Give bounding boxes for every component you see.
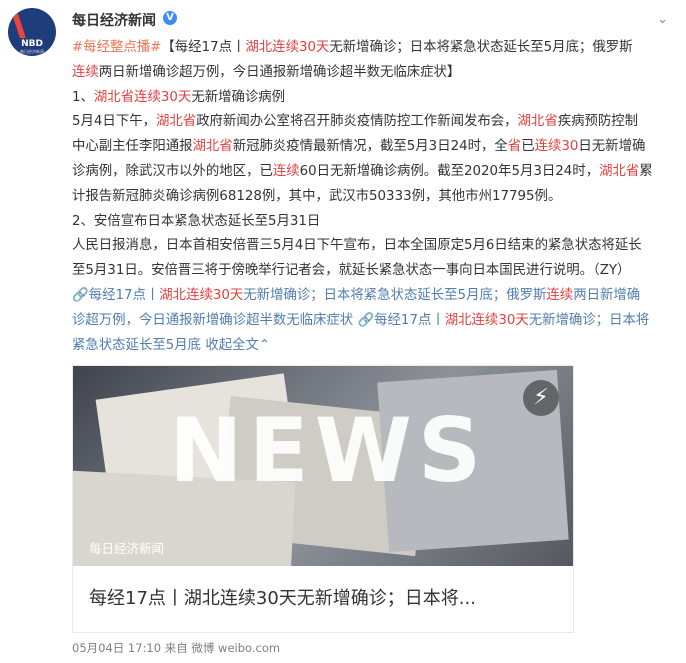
highlight-keyword[interactable]: 湖北连续30天	[445, 313, 529, 328]
highlight-keyword[interactable]: 连续	[546, 288, 573, 303]
highlight-keyword: 湖北省	[156, 114, 197, 130]
news-image-text: NEWS	[169, 399, 488, 502]
post-line: 5月4日下午，湖北省政府新闻办公室将召开肺炎疫情防控工作新闻发布会，湖北省疾病预…	[72, 114, 639, 130]
post-line: #每经整点播#【每经17点丨湖北连续30天无新增确诊；日本将紧急状态延长至5月底…	[72, 40, 633, 55]
post-line: 诊超万例，今日通报新增确诊超半数无临床症状 🔗每经17点丨湖北连续30天无新增确…	[72, 309, 672, 334]
topic-link[interactable]: 无新增确诊；日本将紧急状态延长至5月底；俄罗斯	[243, 288, 546, 303]
post-line: 诊病例，除武汉市以外的地区，已连续60日无新增确诊病例。截至2020年5月3日2…	[72, 163, 653, 179]
topic-link[interactable]: 每经17点丨	[89, 288, 160, 303]
highlight-keyword: 湖北省	[517, 114, 558, 130]
post-line: 紧急状态延长至5月底 收起全文⌃	[72, 334, 672, 359]
avatar-logo-subtext: 每日经济新闻	[20, 49, 44, 54]
chevron-down-icon[interactable]: ⌄	[657, 12, 668, 27]
source-link[interactable]: 微博 weibo.com	[191, 641, 280, 655]
post-line: 🔗每经17点丨湖北连续30天无新增确诊；日本将紧急状态延长至5月底；俄罗斯连续两…	[72, 284, 672, 309]
from-label: 来自	[164, 641, 188, 655]
image-caption: 每日经济新闻	[89, 541, 165, 556]
post-line: 中心副主任李阳通报湖北省新冠肺炎疫情最新情况，截至5月3日24时，全省已连续30…	[72, 139, 646, 155]
highlight-keyword: 省	[507, 139, 522, 155]
highlight-keyword: 连续	[272, 163, 300, 179]
highlight-keyword: 湖北省	[192, 139, 233, 155]
topic-link[interactable]: 无新增确诊；日本将	[529, 313, 650, 328]
topic-link[interactable]: 紧急状态延长至5月底	[72, 338, 201, 353]
username[interactable]: 每日经济新闻	[72, 10, 156, 30]
avatar-logo-stroke	[12, 14, 44, 38]
post-content: #每经整点播#【每经17点丨湖北连续30天无新增确诊；日本将紧急状态延长至5月底…	[72, 36, 672, 358]
post-date[interactable]: 05月04日 17:10	[72, 641, 161, 655]
highlight-keyword: 湖北省	[599, 163, 640, 179]
post-line: 至5月31日。安倍晋三将于傍晚举行记者会，就延长紧急状态一事向日本国民进行说明。…	[72, 263, 631, 279]
collapse-text-button[interactable]: 收起全文	[205, 338, 259, 353]
verified-badge-icon: V	[163, 11, 177, 25]
post-line: 计报告新冠肺炎确诊病例68128例，其中，武汉市50333例，其他市州17795…	[72, 188, 562, 204]
link-icon: 🔗	[72, 287, 89, 303]
post-meta: 05月04日 17:10 来自 微博 weibo.com	[72, 640, 280, 656]
post-line: 1、湖北省连续30天无新增确诊病例	[72, 89, 286, 105]
highlight-keyword: 连续	[72, 64, 99, 80]
topic-link[interactable]: 两日新增确	[573, 288, 640, 303]
highlight-keyword: 湖北连续30天	[245, 40, 330, 55]
topic-link[interactable]: 每经17点丨	[374, 313, 445, 328]
chevron-up-icon[interactable]: ⌃	[259, 338, 270, 353]
post-line: 人民日报消息，日本首相安倍晋三5月4日下午宣布，日本全国原定5月6日结束的紧急状…	[72, 238, 642, 254]
highlight-keyword: 湖北省连续30天	[93, 89, 192, 105]
link-card[interactable]: NEWS ⚡ 每日经济新闻 每经17点丨湖北连续30天无新增确诊；日本将...	[72, 365, 574, 633]
post-line: 2、安倍宣布日本紧急状态延长至5月31日	[72, 213, 321, 229]
topic-link[interactable]: 诊超万例，今日通报新增确诊超半数无临床症状	[72, 313, 353, 328]
avatar-logo-text: NBD	[21, 39, 43, 49]
highlight-keyword: 连续30	[534, 139, 579, 155]
avatar[interactable]: NBD 每日经济新闻	[8, 8, 56, 56]
card-title[interactable]: 每经17点丨湖北连续30天无新增确诊；日本将...	[89, 584, 476, 610]
hashtag-link[interactable]: #每经整点播#	[72, 40, 161, 55]
post-line: 连续两日新增确诊超万例，今日通报新增确诊超半数无临床症状】	[72, 64, 461, 80]
link-icon: 🔗	[357, 312, 375, 328]
lightning-icon[interactable]: ⚡	[523, 380, 559, 416]
card-image[interactable]: NEWS ⚡ 每日经济新闻	[73, 366, 573, 566]
highlight-keyword[interactable]: 湖北连续30天	[159, 288, 243, 303]
